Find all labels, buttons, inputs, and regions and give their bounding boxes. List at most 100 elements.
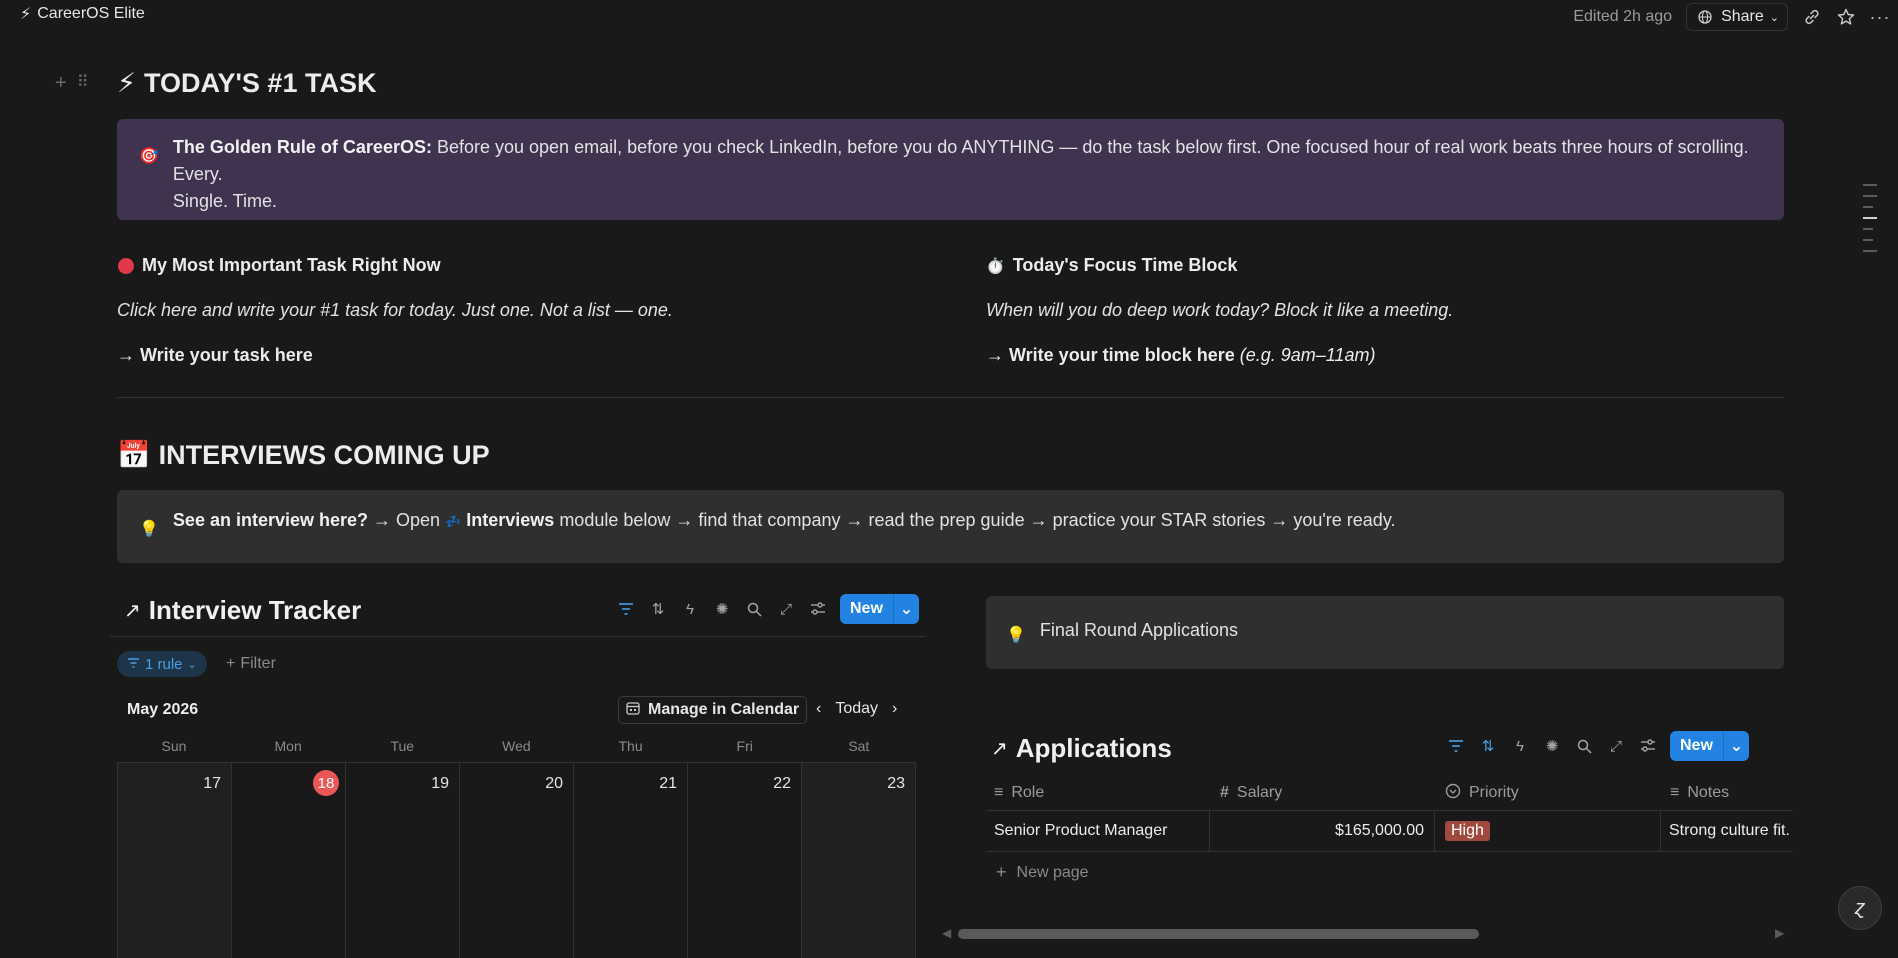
toc-line — [1863, 195, 1877, 197]
filter-icon[interactable] — [1446, 736, 1466, 756]
sort-icon[interactable]: ⇅ — [648, 599, 668, 619]
search-icon[interactable] — [744, 599, 764, 619]
interview-tip-callout: 💡 See an interview here? → Open 💤 Interv… — [117, 490, 1784, 563]
golden-rule-line2: Single. Time. — [172, 191, 277, 211]
role-cell[interactable]: Senior Product Manager — [994, 811, 1194, 851]
column-header-role[interactable]: ≡ Role — [994, 776, 1044, 810]
calendar-day-cell[interactable]: 19 — [346, 763, 460, 958]
text-property-icon: ≡ — [1670, 784, 1680, 801]
calendar-app-icon — [626, 701, 640, 720]
day-number: 17 — [203, 775, 221, 792]
notes-cell[interactable]: Strong culture fit. — [1669, 811, 1793, 851]
column-divider — [1209, 811, 1210, 851]
day-number: 20 — [545, 775, 563, 792]
final-round-text[interactable]: Final Round Applications — [1040, 617, 1238, 643]
automation-bolt-icon[interactable]: ϟ — [680, 599, 700, 619]
calendar-nav: ‹ Today › — [816, 700, 897, 718]
search-icon[interactable] — [1574, 736, 1594, 756]
column-salary-label: Salary — [1236, 784, 1283, 801]
golden-rule-callout: 🎯 The Golden Rule of CareerOS: Before yo… — [117, 119, 1784, 220]
day-number: 21 — [659, 775, 677, 792]
bolt-icon: ⚡ — [20, 6, 32, 23]
focus-block-hint[interactable]: When will you do deep work today? Block … — [986, 300, 1453, 321]
sort-icon[interactable]: ⇅ — [1478, 736, 1498, 756]
column-header-priority[interactable]: Priority — [1445, 776, 1519, 810]
interview-new-button[interactable]: New ⌄ — [840, 594, 919, 624]
salary-cell[interactable]: $165,000.00 — [1217, 811, 1424, 851]
interview-tip-bold: See an interview here? — [172, 510, 369, 530]
link-icon[interactable] — [1802, 7, 1822, 27]
interview-tip-text: See an interview here? → Open 💤 Intervie… — [173, 507, 1396, 537]
applications-new-label: New — [1680, 737, 1713, 754]
column-header-notes[interactable]: ≡ Notes — [1670, 776, 1729, 810]
share-button[interactable]: Share ⌄ — [1686, 3, 1788, 31]
automation-bolt-icon[interactable]: ϟ — [1510, 736, 1530, 756]
column-role-label: Role — [1011, 784, 1045, 801]
priority-cell[interactable]: High — [1445, 811, 1645, 851]
new-page-button[interactable]: + New page — [996, 862, 1089, 883]
filter-rule-chip[interactable]: 1 rule ⌄ — [117, 651, 207, 677]
task-heading: ⚡ TODAY'S #1 TASK — [117, 68, 376, 99]
arrow-up-right-icon: ↗ — [991, 738, 1008, 760]
horizontal-scrollbar[interactable] — [958, 929, 1479, 939]
more-icon[interactable]: ··· — [1870, 7, 1890, 27]
final-round-callout: 💡 Final Round Applications — [986, 596, 1784, 669]
chevron-right-icon[interactable]: › — [892, 700, 897, 718]
calendar-day-cell[interactable]: 21 — [574, 763, 688, 958]
star-icon[interactable] — [1836, 7, 1856, 27]
toc-line — [1863, 184, 1877, 186]
applications-title[interactable]: ↗ Applications — [991, 733, 1172, 764]
time-block-example: (e.g. 9am–11am) — [1239, 345, 1376, 365]
notion-ai-button[interactable]: ɀ — [1838, 886, 1882, 930]
filter-icon[interactable] — [616, 599, 636, 619]
filter-icon — [127, 656, 140, 673]
calendar-day-cell[interactable]: 20 — [460, 763, 574, 958]
table-of-contents-minimap[interactable] — [1863, 184, 1877, 252]
calendar-day-cell[interactable]: 23 — [802, 763, 916, 958]
drag-handle-icon[interactable]: ⠿ — [77, 72, 89, 95]
number-property-icon: # — [1220, 784, 1229, 801]
column-header-salary[interactable]: # Salary — [1220, 776, 1282, 810]
write-time-block-line[interactable]: → Write your time block here (e.g. 9am–1… — [986, 345, 1375, 366]
important-task-heading: My Most Important Task Right Now — [118, 255, 441, 276]
day-number: 22 — [773, 775, 791, 792]
write-task-line[interactable]: → Write your task here — [117, 345, 313, 366]
calendar-day-cell[interactable]: 18 — [232, 763, 346, 958]
scroll-left-icon[interactable]: ◀ — [942, 926, 951, 940]
calendar-day-cell[interactable]: 17 — [118, 763, 232, 958]
sleep-icon: 💤 — [445, 514, 462, 529]
plus-icon: + — [996, 862, 1007, 882]
add-filter-button[interactable]: + Filter — [226, 655, 276, 673]
manage-in-calendar-button[interactable]: Manage in Calendar — [618, 696, 808, 724]
calendar-day-cell[interactable]: 22 — [688, 763, 802, 958]
ai-sparkle-icon[interactable]: ✺ — [1542, 736, 1562, 756]
ai-sparkle-icon[interactable]: ✺ — [712, 599, 732, 619]
select-property-icon — [1445, 783, 1461, 804]
notion-ai-icon: ɀ — [1855, 896, 1865, 919]
table-row[interactable]: Senior Product Manager $165,000.00 High … — [987, 810, 1793, 852]
interviews-heading-text: INTERVIEWS COMING UP — [158, 439, 490, 470]
breadcrumb[interactable]: ⚡ CareerOS Elite — [20, 4, 145, 24]
weekday-label: Fri — [736, 738, 753, 754]
chevron-down-icon[interactable]: ⌄ — [1722, 731, 1749, 761]
interviews-link[interactable]: Interviews — [466, 510, 554, 530]
add-block-icon[interactable]: + — [55, 72, 67, 95]
globe-icon — [1695, 7, 1715, 27]
applications-new-button[interactable]: New ⌄ — [1670, 731, 1749, 761]
chevron-left-icon[interactable]: ‹ — [816, 700, 821, 718]
important-task-hint[interactable]: Click here and write your #1 task for to… — [117, 300, 673, 321]
today-button[interactable]: Today — [835, 700, 878, 718]
task-heading-text: TODAY'S #1 TASK — [143, 68, 377, 98]
interview-new-label: New — [850, 600, 883, 617]
scroll-right-icon[interactable]: ▶ — [1775, 926, 1784, 940]
lightbulb-icon: 💡 — [139, 521, 159, 538]
expand-icon[interactable]: ⤢ — [1606, 736, 1626, 756]
settings-sliders-icon[interactable] — [1638, 736, 1658, 756]
expand-icon[interactable]: ⤢ — [776, 599, 796, 619]
chevron-down-icon[interactable]: ⌄ — [892, 594, 919, 624]
toc-line — [1863, 250, 1877, 252]
breadcrumb-title[interactable]: CareerOS Elite — [37, 5, 145, 23]
interview-tracker-title[interactable]: ↗ Interview Tracker — [124, 595, 361, 626]
applications-title-text: Applications — [1015, 733, 1172, 763]
settings-sliders-icon[interactable] — [808, 599, 828, 619]
